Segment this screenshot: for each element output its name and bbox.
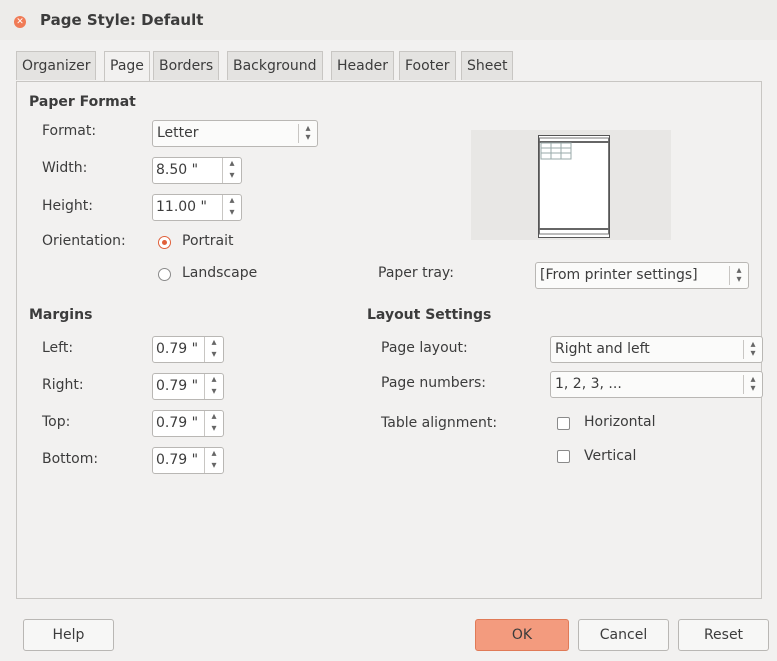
spin-arrows-icon[interactable]: ▴ ▾ <box>222 195 241 220</box>
landscape-label[interactable]: Landscape <box>182 265 257 281</box>
margin-left-label: Left: <box>42 340 74 356</box>
margin-bottom-spinbox[interactable]: 0.79 " ▴ ▾ <box>152 447 224 474</box>
combo-arrows-icon: ▴ ▾ <box>298 124 317 143</box>
combo-arrows-icon: ▴ ▾ <box>743 340 762 359</box>
tab-footer[interactable]: Footer <box>399 51 456 80</box>
spin-arrows-icon[interactable]: ▴ ▾ <box>204 448 223 473</box>
height-spinbox[interactable]: 11.00 " ▴ ▾ <box>152 194 242 221</box>
spin-arrows-icon[interactable]: ▴ ▾ <box>204 411 223 436</box>
margin-top-label: Top: <box>42 414 71 430</box>
format-combo[interactable]: Letter ▴ ▾ <box>152 120 318 147</box>
format-value: Letter <box>157 125 199 141</box>
close-icon[interactable]: ✕ <box>14 16 26 28</box>
margin-bottom-value: 0.79 " <box>156 452 199 468</box>
margin-left-value: 0.79 " <box>156 341 199 357</box>
page-numbers-value: 1, 2, 3, ... <box>555 376 622 392</box>
table-alignment-label: Table alignment: <box>381 415 498 431</box>
ok-button[interactable]: OK <box>475 619 569 651</box>
page-preview <box>538 135 610 238</box>
height-label: Height: <box>42 198 93 214</box>
tab-organizer[interactable]: Organizer <box>16 51 97 80</box>
horizontal-label[interactable]: Horizontal <box>584 414 655 430</box>
width-label: Width: <box>42 160 88 176</box>
margin-left-spinbox[interactable]: 0.79 " ▴ ▾ <box>152 336 224 363</box>
paper-format-heading: Paper Format <box>29 94 136 110</box>
portrait-label[interactable]: Portrait <box>182 233 233 249</box>
tab-page[interactable]: Page <box>104 51 150 82</box>
margin-right-value: 0.79 " <box>156 378 199 394</box>
page-numbers-combo[interactable]: 1, 2, 3, ... ▴ ▾ <box>550 371 763 398</box>
page-layout-value: Right and left <box>555 341 650 357</box>
width-value: 8.50 " <box>156 162 199 178</box>
page-layout-label: Page layout: <box>381 340 468 356</box>
margin-bottom-label: Bottom: <box>42 451 99 467</box>
combo-arrows-icon: ▴ ▾ <box>743 375 762 394</box>
margin-top-spinbox[interactable]: 0.79 " ▴ ▾ <box>152 410 224 437</box>
tab-borders[interactable]: Borders <box>153 51 220 80</box>
margin-top-value: 0.79 " <box>156 415 199 431</box>
help-button[interactable]: Help <box>23 619 114 651</box>
paper-tray-combo[interactable]: [From printer settings] ▴ ▾ <box>535 262 749 289</box>
margins-heading: Margins <box>29 307 93 323</box>
page-tab-panel: Paper Format Format: Letter ▴ ▾ Width: 8.… <box>16 81 763 599</box>
spin-arrows-icon[interactable]: ▴ ▾ <box>204 374 223 399</box>
title-bar: ✕ Page Style: Default <box>0 0 777 40</box>
paper-tray-value: [From printer settings] <box>540 267 698 283</box>
width-spinbox[interactable]: 8.50 " ▴ ▾ <box>152 157 242 184</box>
landscape-radio[interactable] <box>158 268 171 281</box>
vertical-label[interactable]: Vertical <box>584 448 636 464</box>
spin-arrows-icon[interactable]: ▴ ▾ <box>222 158 241 183</box>
paper-tray-label: Paper tray: <box>378 265 454 281</box>
cancel-button[interactable]: Cancel <box>578 619 669 651</box>
page-numbers-label: Page numbers: <box>381 375 486 391</box>
margin-right-label: Right: <box>42 377 84 393</box>
spin-arrows-icon[interactable]: ▴ ▾ <box>204 337 223 362</box>
height-value: 11.00 " <box>156 199 207 215</box>
window-title: Page Style: Default <box>40 11 204 29</box>
reset-button[interactable]: Reset <box>678 619 769 651</box>
tab-header[interactable]: Header <box>331 51 394 80</box>
format-label: Format: <box>42 123 97 139</box>
vertical-checkbox[interactable] <box>557 450 570 463</box>
tab-background[interactable]: Background <box>227 51 323 80</box>
tab-sheet[interactable]: Sheet <box>461 51 514 80</box>
combo-arrows-icon: ▴ ▾ <box>729 266 748 285</box>
portrait-radio[interactable] <box>158 236 171 249</box>
orientation-label: Orientation: <box>42 233 126 249</box>
horizontal-checkbox[interactable] <box>557 417 570 430</box>
page-layout-combo[interactable]: Right and left ▴ ▾ <box>550 336 763 363</box>
layout-settings-heading: Layout Settings <box>367 307 492 323</box>
margin-right-spinbox[interactable]: 0.79 " ▴ ▾ <box>152 373 224 400</box>
page-preview-drawing <box>539 137 609 235</box>
